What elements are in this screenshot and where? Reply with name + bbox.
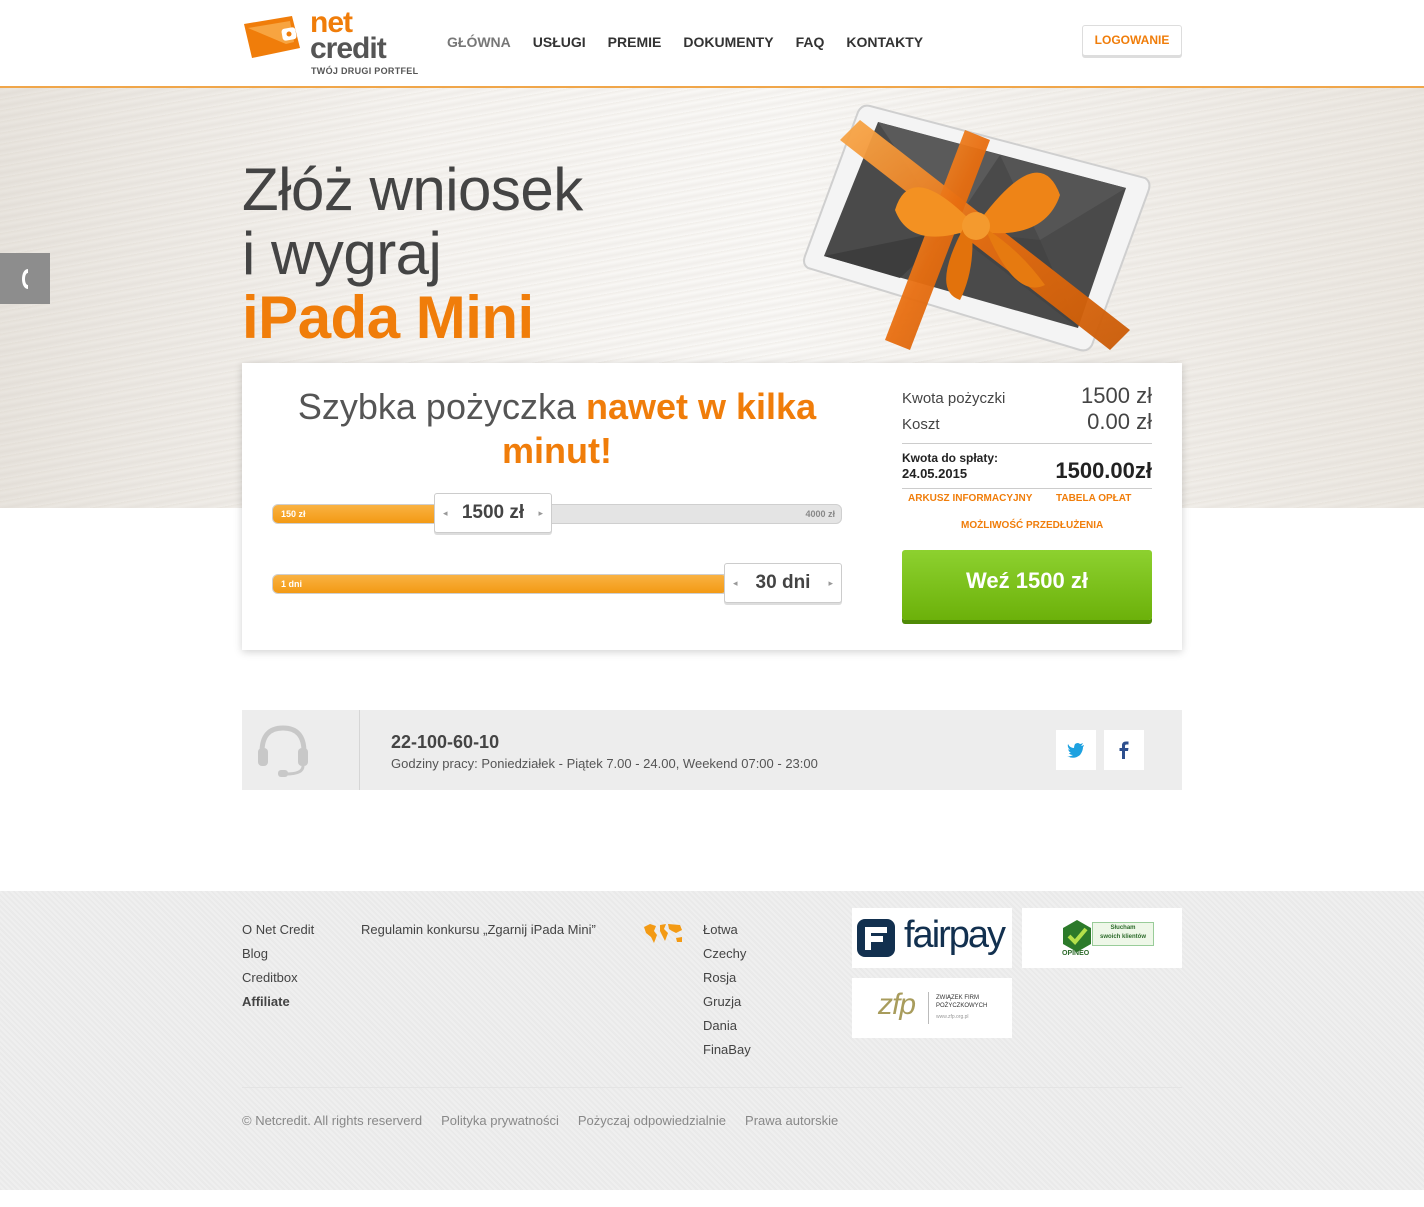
zfp-name: ZWIĄZEK FIRM POŻYCZKOWYCH www.zfp.org.pl (936, 994, 987, 1021)
summary-due-label: Kwota do spłaty: (902, 451, 999, 465)
amount-value: 1500 zł (461, 502, 525, 523)
amount-slider[interactable]: 150 zł 4000 zł (272, 504, 842, 524)
hero-line-2: i wygraj (242, 220, 442, 287)
country-czech[interactable]: Czechy (703, 942, 751, 966)
footer-col-rules: Regulamin konkursu „Zgarnij iPada Mini” (361, 918, 596, 942)
opineo-label: Słucham swoich klientów (1092, 922, 1154, 946)
days-decrease-icon[interactable]: ◂ (733, 564, 738, 602)
amount-increase-icon[interactable]: ▸ (538, 494, 543, 532)
country-russia[interactable]: Rosja (703, 966, 751, 990)
country-latvia[interactable]: Łotwa (703, 918, 751, 942)
phone-callback-tab[interactable] (0, 253, 50, 304)
site-footer: O Net Credit Blog Creditbox Affiliate Re… (0, 891, 1424, 1190)
nav-dokumenty[interactable]: DOKUMENTY (683, 34, 773, 50)
days-increase-icon[interactable]: ▸ (828, 564, 833, 602)
zfp-url: www.zfp.org.pl (936, 1014, 969, 1020)
days-slider-fill (273, 575, 728, 593)
zfp-badge[interactable]: zfp ZWIĄZEK FIRM POŻYCZKOWYCH www.zfp.or… (852, 978, 1012, 1038)
footer-link-affiliate[interactable]: Affiliate (242, 990, 314, 1014)
amount-max-label: 4000 zł (805, 509, 835, 519)
country-denmark[interactable]: Dania (703, 1014, 751, 1038)
nav-premie[interactable]: PREMIE (608, 34, 662, 50)
nav-faq[interactable]: FAQ (796, 34, 825, 50)
copyright-text: © Netcredit. All rights reserverd (242, 1113, 423, 1128)
footer-link-creditbox[interactable]: Creditbox (242, 966, 314, 990)
loan-summary: Kwota pożyczki 1500 zł Koszt 0.00 zł Kwo… (902, 383, 1152, 549)
country-georgia[interactable]: Gruzja (703, 990, 751, 1014)
opineo-badge[interactable]: Słucham swoich klientów OPINEO (1022, 908, 1182, 968)
summary-amount-value: 1500 zł (1081, 383, 1152, 408)
zfp-name-line-2: POŻYCZKOWYCH (936, 1003, 988, 1009)
footer-col-about: O Net Credit Blog Creditbox Affiliate (242, 918, 314, 1014)
headset-icon (258, 725, 308, 777)
hero-line-3: iPada Mini (242, 284, 534, 351)
amount-min-label: 150 zł (281, 509, 306, 519)
summary-amount-label: Kwota pożyczki (902, 390, 1006, 407)
fairpay-badge[interactable]: fairpay (852, 908, 1012, 968)
login-button[interactable]: LOGOWANIE (1082, 25, 1182, 56)
phone-icon (22, 269, 28, 289)
logo-credit-text: credit (310, 32, 387, 65)
footer-divider (242, 1087, 1182, 1088)
headset-icon-wrap (242, 710, 360, 790)
site-header: net credit TWÓJ DRUGI PORTFEL GŁÓWNA USŁ… (0, 0, 1424, 88)
wallet-icon (244, 16, 300, 58)
take-loan-button[interactable]: Weź 1500 zł (902, 550, 1152, 620)
contact-phone[interactable]: 22-100-60-10 (391, 732, 499, 753)
footer-col-countries: Łotwa Czechy Rosja Gruzja Dania FinaBay (703, 918, 751, 1062)
extension-link[interactable]: MOŻLIWOŚĆ PRZEDŁUŻENIA (961, 520, 1103, 531)
footer-link-contest-rules[interactable]: Regulamin konkursu „Zgarnij iPada Mini” (361, 918, 596, 942)
amount-decrease-icon[interactable]: ◂ (443, 494, 448, 532)
opineo-label-top: Słucham (1110, 925, 1136, 931)
summary-cost-label: Koszt (902, 416, 940, 433)
contact-bar: 22-100-60-10 Godziny pracy: Poniedziałek… (242, 710, 1182, 790)
netcredit-logo[interactable]: net credit TWÓJ DRUGI PORTFEL (242, 8, 419, 78)
nav-kontakty[interactable]: KONTAKTY (846, 34, 923, 50)
loan-title: Szybka pożyczka nawet w kilka minut! (282, 385, 832, 473)
logo-tagline: TWÓJ DRUGI PORTFEL (311, 66, 419, 76)
hero-line-1: Złóż wniosek (242, 156, 583, 223)
info-sheet-link[interactable]: ARKUSZ INFORMACYJNY (908, 493, 1032, 504)
privacy-policy-link[interactable]: Polityka prywatności (441, 1113, 559, 1128)
summary-links: ARKUSZ INFORMACYJNY TABELA OPŁAT MOŻLIWO… (902, 489, 1152, 549)
facebook-icon (1119, 741, 1129, 759)
amount-slider-handle[interactable]: ◂ 1500 zł ▸ (434, 493, 552, 533)
opineo-check-icon (1063, 920, 1091, 952)
summary-due-date: 24.05.2015 (902, 466, 968, 481)
twitter-icon (1067, 743, 1084, 758)
opineo-label-bottom: swoich klientów (1099, 934, 1146, 940)
zfp-name-line-1: ZWIĄZEK FIRM (936, 995, 979, 1001)
responsible-lending-link[interactable]: Pożyczaj odpowiedzialnie (578, 1113, 726, 1128)
zfp-divider (928, 992, 929, 1024)
footer-link-about[interactable]: O Net Credit (242, 918, 314, 942)
country-finabay[interactable]: FinaBay (703, 1038, 751, 1062)
contact-hours: Godziny pracy: Poniedziałek - Piątek 7.0… (391, 756, 818, 771)
nav-glowna[interactable]: GŁÓWNA (447, 34, 511, 50)
opineo-name: OPINEO (1062, 950, 1090, 957)
summary-due-row: Kwota do spłaty: 24.05.2015 1500.00zł (902, 444, 1152, 488)
main-nav: GŁÓWNA USŁUGI PREMIE DOKUMENTY FAQ KONTA… (447, 34, 923, 50)
days-min-label: 1 dni (281, 579, 303, 589)
days-slider-handle[interactable]: ◂ 30 dni ▸ (724, 563, 842, 603)
world-map-icon (644, 924, 682, 943)
summary-cost-value: 0.00 zł (1087, 409, 1152, 434)
loan-calculator: Szybka pożyczka nawet w kilka minut! 150… (242, 363, 1182, 650)
ipad-gift-illustration (803, 104, 1151, 352)
footer-bottom-links: © Netcredit. All rights reserverd Polity… (242, 1113, 838, 1128)
fairpay-logo-icon (857, 919, 895, 957)
days-value: 30 dni (755, 572, 811, 593)
twitter-button[interactable] (1056, 730, 1096, 770)
hero-headline: Złóż wniosek i wygraj iPada Mini (242, 158, 583, 350)
summary-amount-row: Kwota pożyczki 1500 zł (902, 383, 1152, 409)
nav-uslugi[interactable]: USŁUGI (533, 34, 586, 50)
facebook-button[interactable] (1104, 730, 1144, 770)
summary-cost-row: Koszt 0.00 zł (902, 409, 1152, 435)
summary-due-value: 1500.00zł (1055, 458, 1152, 483)
loan-title-plain: Szybka pożyczka (297, 386, 586, 427)
copyright-link[interactable]: Prawa autorskie (745, 1113, 838, 1128)
fairpay-text: fairpay (904, 914, 1006, 956)
zfp-logo-text: zfp (878, 988, 916, 1021)
fees-table-link[interactable]: TABELA OPŁAT (1056, 493, 1131, 504)
footer-link-blog[interactable]: Blog (242, 942, 314, 966)
